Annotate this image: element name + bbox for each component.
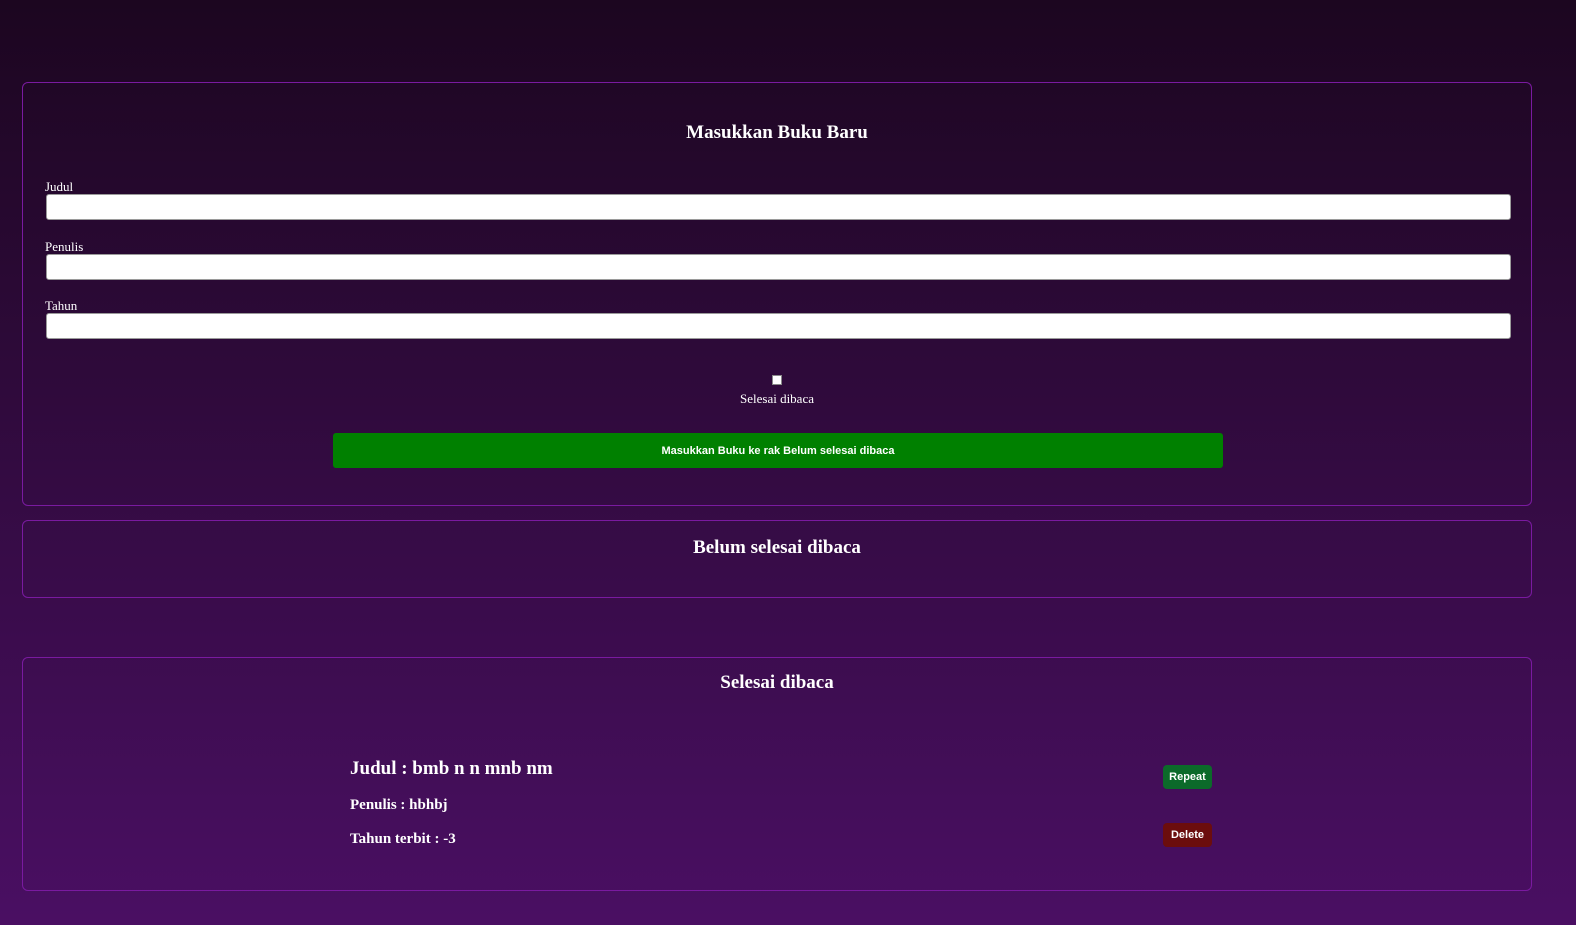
delete-button[interactable]: Delete [1163, 823, 1212, 847]
repeat-button[interactable]: Repeat [1163, 765, 1212, 789]
complete-checkbox[interactable] [772, 375, 782, 385]
complete-checkbox-group: Selesai dibaca [23, 372, 1531, 407]
tahun-label: Tahun [45, 298, 78, 313]
complete-checkbox-label: Selesai dibaca [740, 391, 814, 406]
book-year: Tahun terbit : -3 [350, 831, 456, 847]
incomplete-section-title: Belum selesai dibaca [693, 537, 861, 558]
judul-label: Judul [45, 179, 74, 194]
input-section-title: Masukkan Buku Baru [686, 122, 868, 143]
input-book-section: Masukkan Buku Baru Judul Penulis Tahun S… [22, 82, 1532, 506]
submit-book-button[interactable]: Masukkan Buku ke rak Belum selesai dibac… [333, 433, 1223, 468]
penulis-input[interactable] [46, 254, 1511, 280]
penulis-label: Penulis [45, 239, 84, 254]
book-item: Judul : bmb n n mnb nm Penulis : hbhbj T… [350, 753, 1212, 863]
tahun-input[interactable] [46, 313, 1511, 339]
incomplete-books-section: Belum selesai dibaca [22, 520, 1532, 598]
book-author: Penulis : hbhbj [350, 797, 448, 813]
book-title: Judul : bmb n n mnb nm [350, 758, 553, 779]
complete-books-section: Selesai dibaca Judul : bmb n n mnb nm Pe… [22, 657, 1532, 891]
judul-input[interactable] [46, 194, 1511, 220]
complete-section-title: Selesai dibaca [720, 672, 834, 693]
